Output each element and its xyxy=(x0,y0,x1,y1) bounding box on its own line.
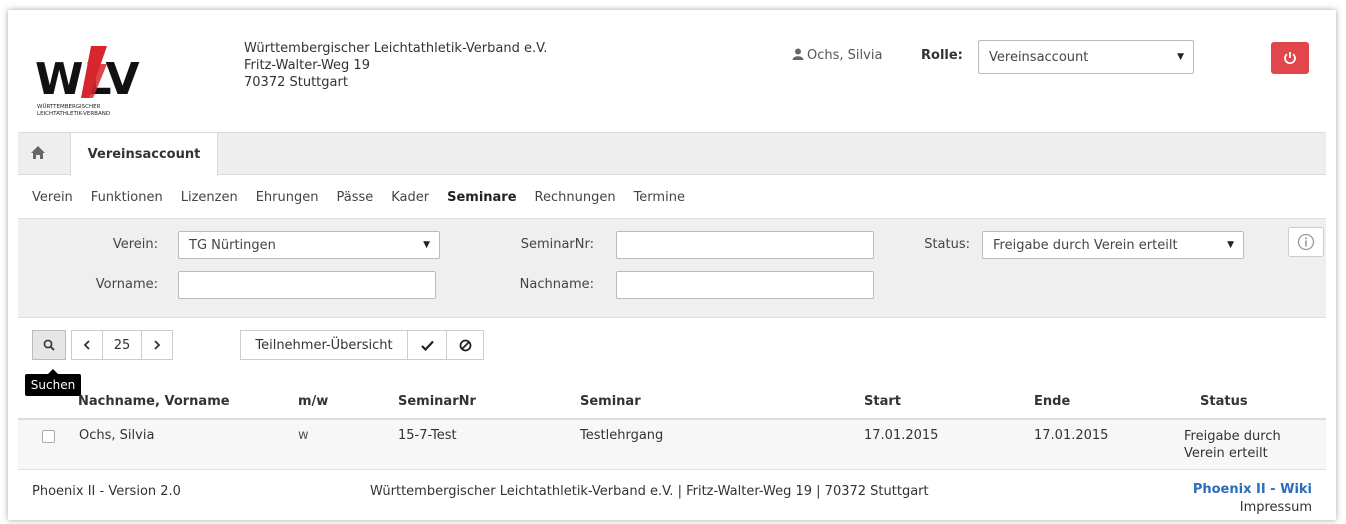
vorname-input[interactable] xyxy=(178,271,436,299)
checkmark-icon xyxy=(420,340,434,351)
next-page-button[interactable] xyxy=(141,330,173,360)
logout-button[interactable] xyxy=(1271,42,1309,74)
filter-panel: Verein: TG Nürtingen ▼ SeminarNr: Status… xyxy=(18,218,1326,318)
user-icon xyxy=(792,48,804,60)
cell-ende: 17.01.2015 xyxy=(1034,428,1109,443)
app-window: WLV WÜRTTEMBERGISCHER LEICHTATHLETIK-VER… xyxy=(8,10,1336,520)
col-mw[interactable]: m/w xyxy=(298,394,328,409)
col-start[interactable]: Start xyxy=(864,394,901,409)
verein-label: Verein: xyxy=(112,237,158,252)
subnav-termine[interactable]: Termine xyxy=(634,190,685,205)
col-ende[interactable]: Ende xyxy=(1034,394,1070,409)
verein-select-value: TG Nürtingen xyxy=(189,237,276,253)
cell-status: Freigabe durch Verein erteilt xyxy=(1184,428,1281,462)
nachname-label: Nachname: xyxy=(519,277,594,292)
cell-seminar: Testlehrgang xyxy=(580,428,664,443)
info-button[interactable] xyxy=(1288,227,1324,257)
main-tab-bar: Vereinsaccount xyxy=(18,132,1326,176)
col-name[interactable]: Nachname, Vorname xyxy=(78,394,230,409)
search-icon xyxy=(43,339,55,351)
home-icon xyxy=(31,146,45,159)
subnav-rechnungen[interactable]: Rechnungen xyxy=(535,190,616,205)
teilnehmer-overview-label: Teilnehmer-Übersicht xyxy=(255,337,393,353)
footer-version: Phoenix II - Version 2.0 xyxy=(32,484,181,499)
previous-page-button[interactable] xyxy=(71,330,103,360)
ban-icon xyxy=(459,339,471,351)
footer-impressum-link[interactable]: Impressum xyxy=(1240,500,1312,515)
role-select-value: Vereinsaccount xyxy=(989,49,1089,65)
chevron-right-icon xyxy=(154,340,161,350)
user-name: Ochs, Silvia xyxy=(807,48,883,63)
page-size-field[interactable]: 25 xyxy=(102,330,142,360)
address-line-1: Württembergischer Leichtathletik-Verband… xyxy=(244,41,548,56)
chevron-down-icon: ▼ xyxy=(423,240,430,250)
tab-vereinsaccount[interactable]: Vereinsaccount xyxy=(70,132,218,176)
subnav-paesse[interactable]: Pässe xyxy=(336,190,373,205)
verein-select[interactable]: TG Nürtingen ▼ xyxy=(178,231,440,259)
address-line-3: 70372 Stuttgart xyxy=(244,75,348,90)
subnav-lizenzen[interactable]: Lizenzen xyxy=(181,190,238,205)
chevron-down-icon: ▼ xyxy=(1227,240,1234,250)
nachname-input[interactable] xyxy=(616,271,874,299)
cell-status-line-1: Freigabe durch xyxy=(1184,429,1281,444)
address-line-2: Fritz-Walter-Weg 19 xyxy=(244,58,370,73)
search-button[interactable] xyxy=(32,330,66,360)
subnav-funktionen[interactable]: Funktionen xyxy=(91,190,163,205)
cell-seminarnr: 15-7-Test xyxy=(398,428,457,443)
home-button[interactable] xyxy=(30,145,46,164)
subnav-kader[interactable]: Kader xyxy=(391,190,429,205)
chevron-left-icon xyxy=(83,340,90,350)
tab-label: Vereinsaccount xyxy=(87,147,201,162)
table-row[interactable]: Ochs, Silvia w 15-7-Test Testlehrgang 17… xyxy=(18,420,1326,470)
search-tooltip: Suchen xyxy=(25,369,81,396)
vorname-label: Vorname: xyxy=(95,277,158,292)
current-user[interactable]: Ochs, Silvia xyxy=(792,48,882,63)
cell-start: 17.01.2015 xyxy=(864,428,939,443)
page-size-value: 25 xyxy=(113,337,131,353)
power-icon xyxy=(1284,52,1296,65)
sub-navigation: Verein Funktionen Lizenzen Ehrungen Päss… xyxy=(32,190,703,205)
subnav-verein[interactable]: Verein xyxy=(32,190,73,205)
seminarnr-label: SeminarNr: xyxy=(520,237,594,252)
cell-status-line-2: Verein erteilt xyxy=(1184,446,1268,461)
info-icon xyxy=(1297,233,1315,251)
footer-address: Württembergischer Leichtathletik-Verband… xyxy=(370,484,929,499)
status-label: Status: xyxy=(924,237,970,252)
status-select-value: Freigabe durch Verein erteilt xyxy=(993,237,1178,253)
organization-address: Württembergischer Leichtathletik-Verband… xyxy=(244,40,547,91)
cell-name: Ochs, Silvia xyxy=(79,428,155,443)
status-select[interactable]: Freigabe durch Verein erteilt ▼ xyxy=(982,231,1244,259)
role-select[interactable]: Vereinsaccount ▼ xyxy=(978,40,1194,74)
cell-mw: w xyxy=(298,428,309,443)
wlv-logo: WLV WÜRTTEMBERGISCHER LEICHTATHLETIK-VER… xyxy=(33,38,143,120)
logo-caption-2: LEICHTATHLETIK-VERBAND xyxy=(37,111,110,117)
subnav-ehrungen[interactable]: Ehrungen xyxy=(256,190,319,205)
footer-wiki-link[interactable]: Phoenix II - Wiki xyxy=(1193,482,1312,497)
role-label: Rolle: xyxy=(921,48,963,63)
col-seminarnr[interactable]: SeminarNr xyxy=(398,394,476,409)
row-checkbox[interactable] xyxy=(42,430,55,443)
col-seminar[interactable]: Seminar xyxy=(580,394,641,409)
approve-button[interactable] xyxy=(407,330,447,360)
col-status[interactable]: Status xyxy=(1200,394,1248,409)
subnav-seminare[interactable]: Seminare xyxy=(447,190,516,205)
logo-caption-1: WÜRTTEMBERGISCHER xyxy=(37,103,101,110)
table-header: Nachname, Vorname m/w SeminarNr Seminar … xyxy=(18,382,1326,420)
seminarnr-input[interactable] xyxy=(616,231,874,259)
reject-button[interactable] xyxy=(446,330,484,360)
chevron-down-icon: ▼ xyxy=(1177,52,1184,62)
footer: Phoenix II - Version 2.0 Württembergisch… xyxy=(18,472,1326,515)
teilnehmer-overview-button[interactable]: Teilnehmer-Übersicht xyxy=(240,330,408,360)
